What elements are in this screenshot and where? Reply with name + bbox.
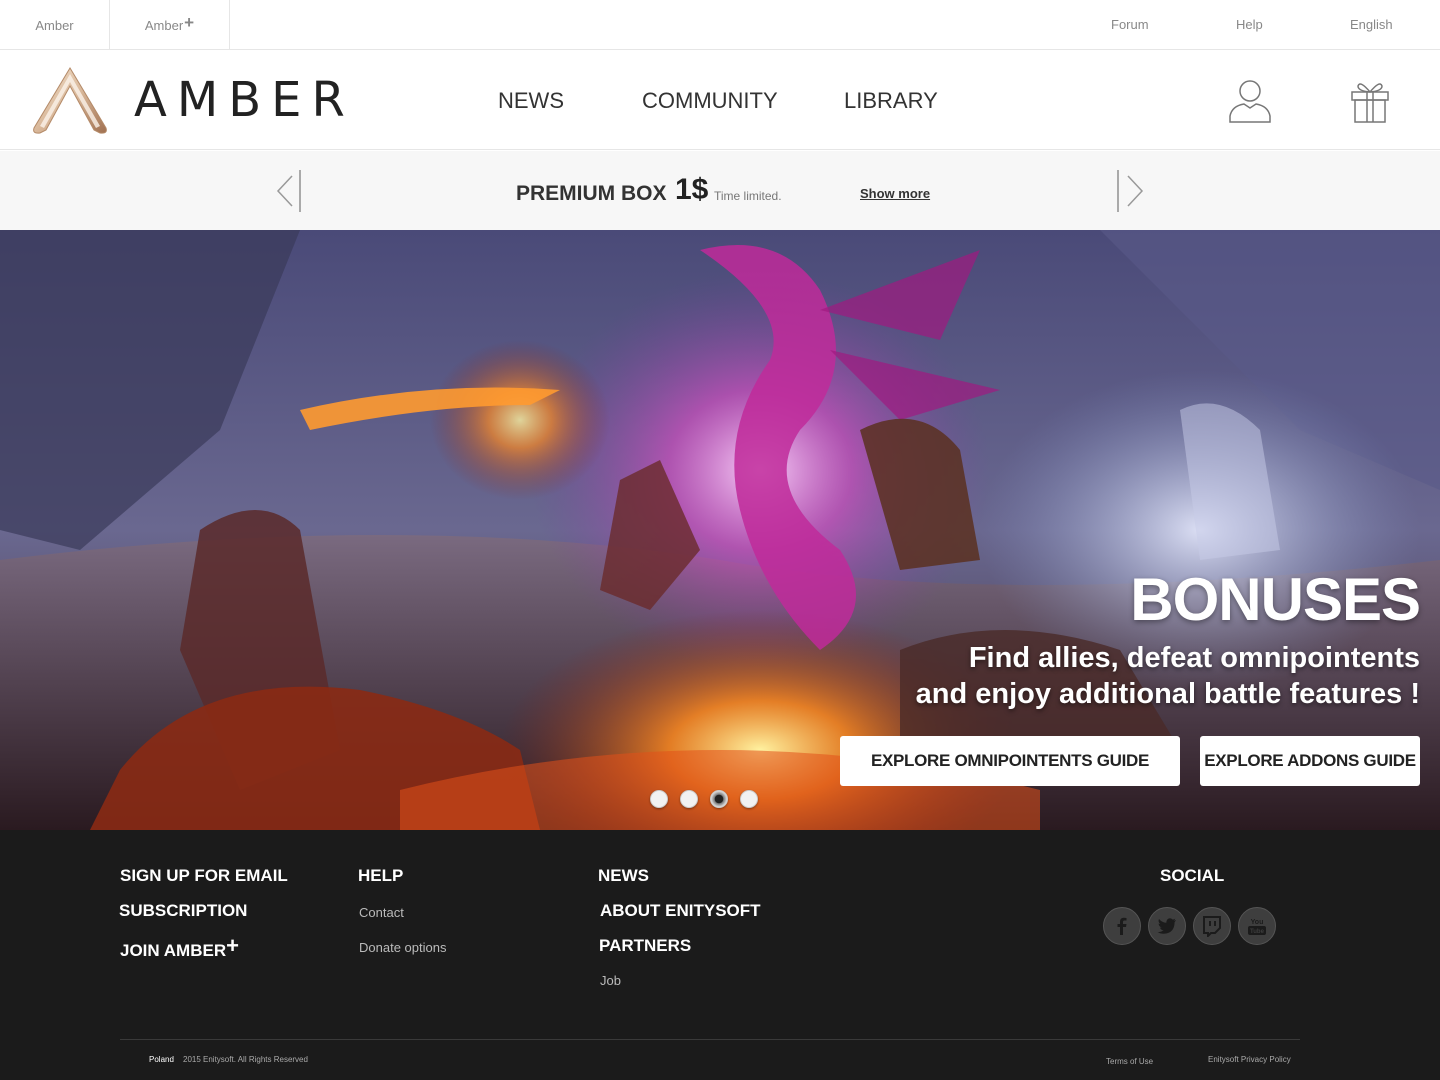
promo-price: 1$ [675,173,709,206]
footer-divider [120,1039,1300,1040]
donate-options-link[interactable]: Donate options [359,940,446,955]
facebook-icon[interactable] [1103,907,1141,945]
twitch-icon[interactable] [1193,907,1231,945]
explore-addons-guide-button[interactable]: EXPLORE ADDONS GUIDE [1200,736,1420,786]
privacy-policy-link[interactable]: Enitysoft Privacy Policy [1208,1055,1291,1064]
amber-logo-icon[interactable] [28,64,112,136]
tab-amber-plus[interactable]: Amber + [110,0,230,50]
carousel-dot-2[interactable] [680,790,698,808]
site-footer: SIGN UP FOR EMAIL SUBSCRIPTION JOIN AMBE… [0,830,1440,1080]
tab-amber[interactable]: Amber [0,0,110,50]
footer-news-link[interactable]: NEWS [598,866,649,886]
carousel-indicators [650,790,758,810]
chevron-left-icon[interactable] [276,168,306,214]
join-amber-link[interactable]: JOIN AMBER+ [120,933,239,962]
logo-wordmark[interactable]: AMBER [134,74,355,126]
join-amber-label: JOIN AMBER [120,941,227,960]
top-utility-bar: Amber Amber + Forum Help English [0,0,1440,50]
nav-library[interactable]: LIBRARY [844,88,938,114]
plus-icon: + [226,933,239,958]
promo-banner: PREMIUM BOX 1$ Time limited. Show more [0,151,1440,230]
svg-text:You: You [1251,919,1264,926]
show-more-link[interactable]: Show more [860,186,930,201]
explore-omnipointents-guide-button[interactable]: EXPLORE OMNIPOINTENTS GUIDE [840,736,1180,786]
carousel-dot-1[interactable] [650,790,668,808]
hero-carousel: BONUSES Find allies, defeat omnipointent… [0,230,1440,830]
youtube-icon[interactable]: You Tube [1238,907,1276,945]
forum-link[interactable]: Forum [1111,17,1149,32]
terms-of-use-link[interactable]: Terms of Use [1106,1057,1153,1066]
nav-news[interactable]: NEWS [498,88,564,114]
partners-link[interactable]: PARTNERS [599,936,691,956]
chevron-right-icon[interactable] [1114,168,1144,214]
language-selector[interactable]: English [1350,17,1393,32]
social-heading: SOCIAL [1160,866,1225,885]
promo-title: PREMIUM BOX [516,182,667,205]
gift-icon[interactable] [1348,76,1392,124]
plus-icon: + [184,13,195,32]
hero-title: BONUSES [1130,566,1421,633]
country-label: Poland [149,1055,174,1064]
subscription-link[interactable]: SUBSCRIPTION [119,901,247,921]
help-link[interactable]: Help [1236,17,1263,32]
carousel-dot-3[interactable] [710,790,728,808]
copyright-text: 2015 Enitysoft. All Rights Reserved [183,1055,308,1064]
svg-text:Tube: Tube [1250,929,1265,935]
main-header: AMBER NEWS COMMUNITY LIBRARY [0,50,1440,150]
sign-up-email-link[interactable]: SIGN UP FOR EMAIL [120,866,288,886]
nav-community[interactable]: COMMUNITY [642,88,778,114]
help-heading: HELP [358,866,404,885]
user-icon[interactable] [1226,76,1274,124]
contact-link[interactable]: Contact [359,905,404,920]
tab-amber-plus-label: Amber [144,17,184,33]
hero-subtitle-line2: and enjoy additional battle features ! [915,678,1420,710]
carousel-dot-4[interactable] [740,790,758,808]
hero-subtitle-line1: Find allies, defeat omnipointents [968,642,1420,674]
promo-subtitle: Time limited. [714,189,782,203]
about-enitysoft-link[interactable]: ABOUT ENITYSOFT [600,901,761,921]
twitter-icon[interactable] [1148,907,1186,945]
job-link[interactable]: Job [600,973,621,988]
tab-amber-label: Amber [35,17,74,33]
